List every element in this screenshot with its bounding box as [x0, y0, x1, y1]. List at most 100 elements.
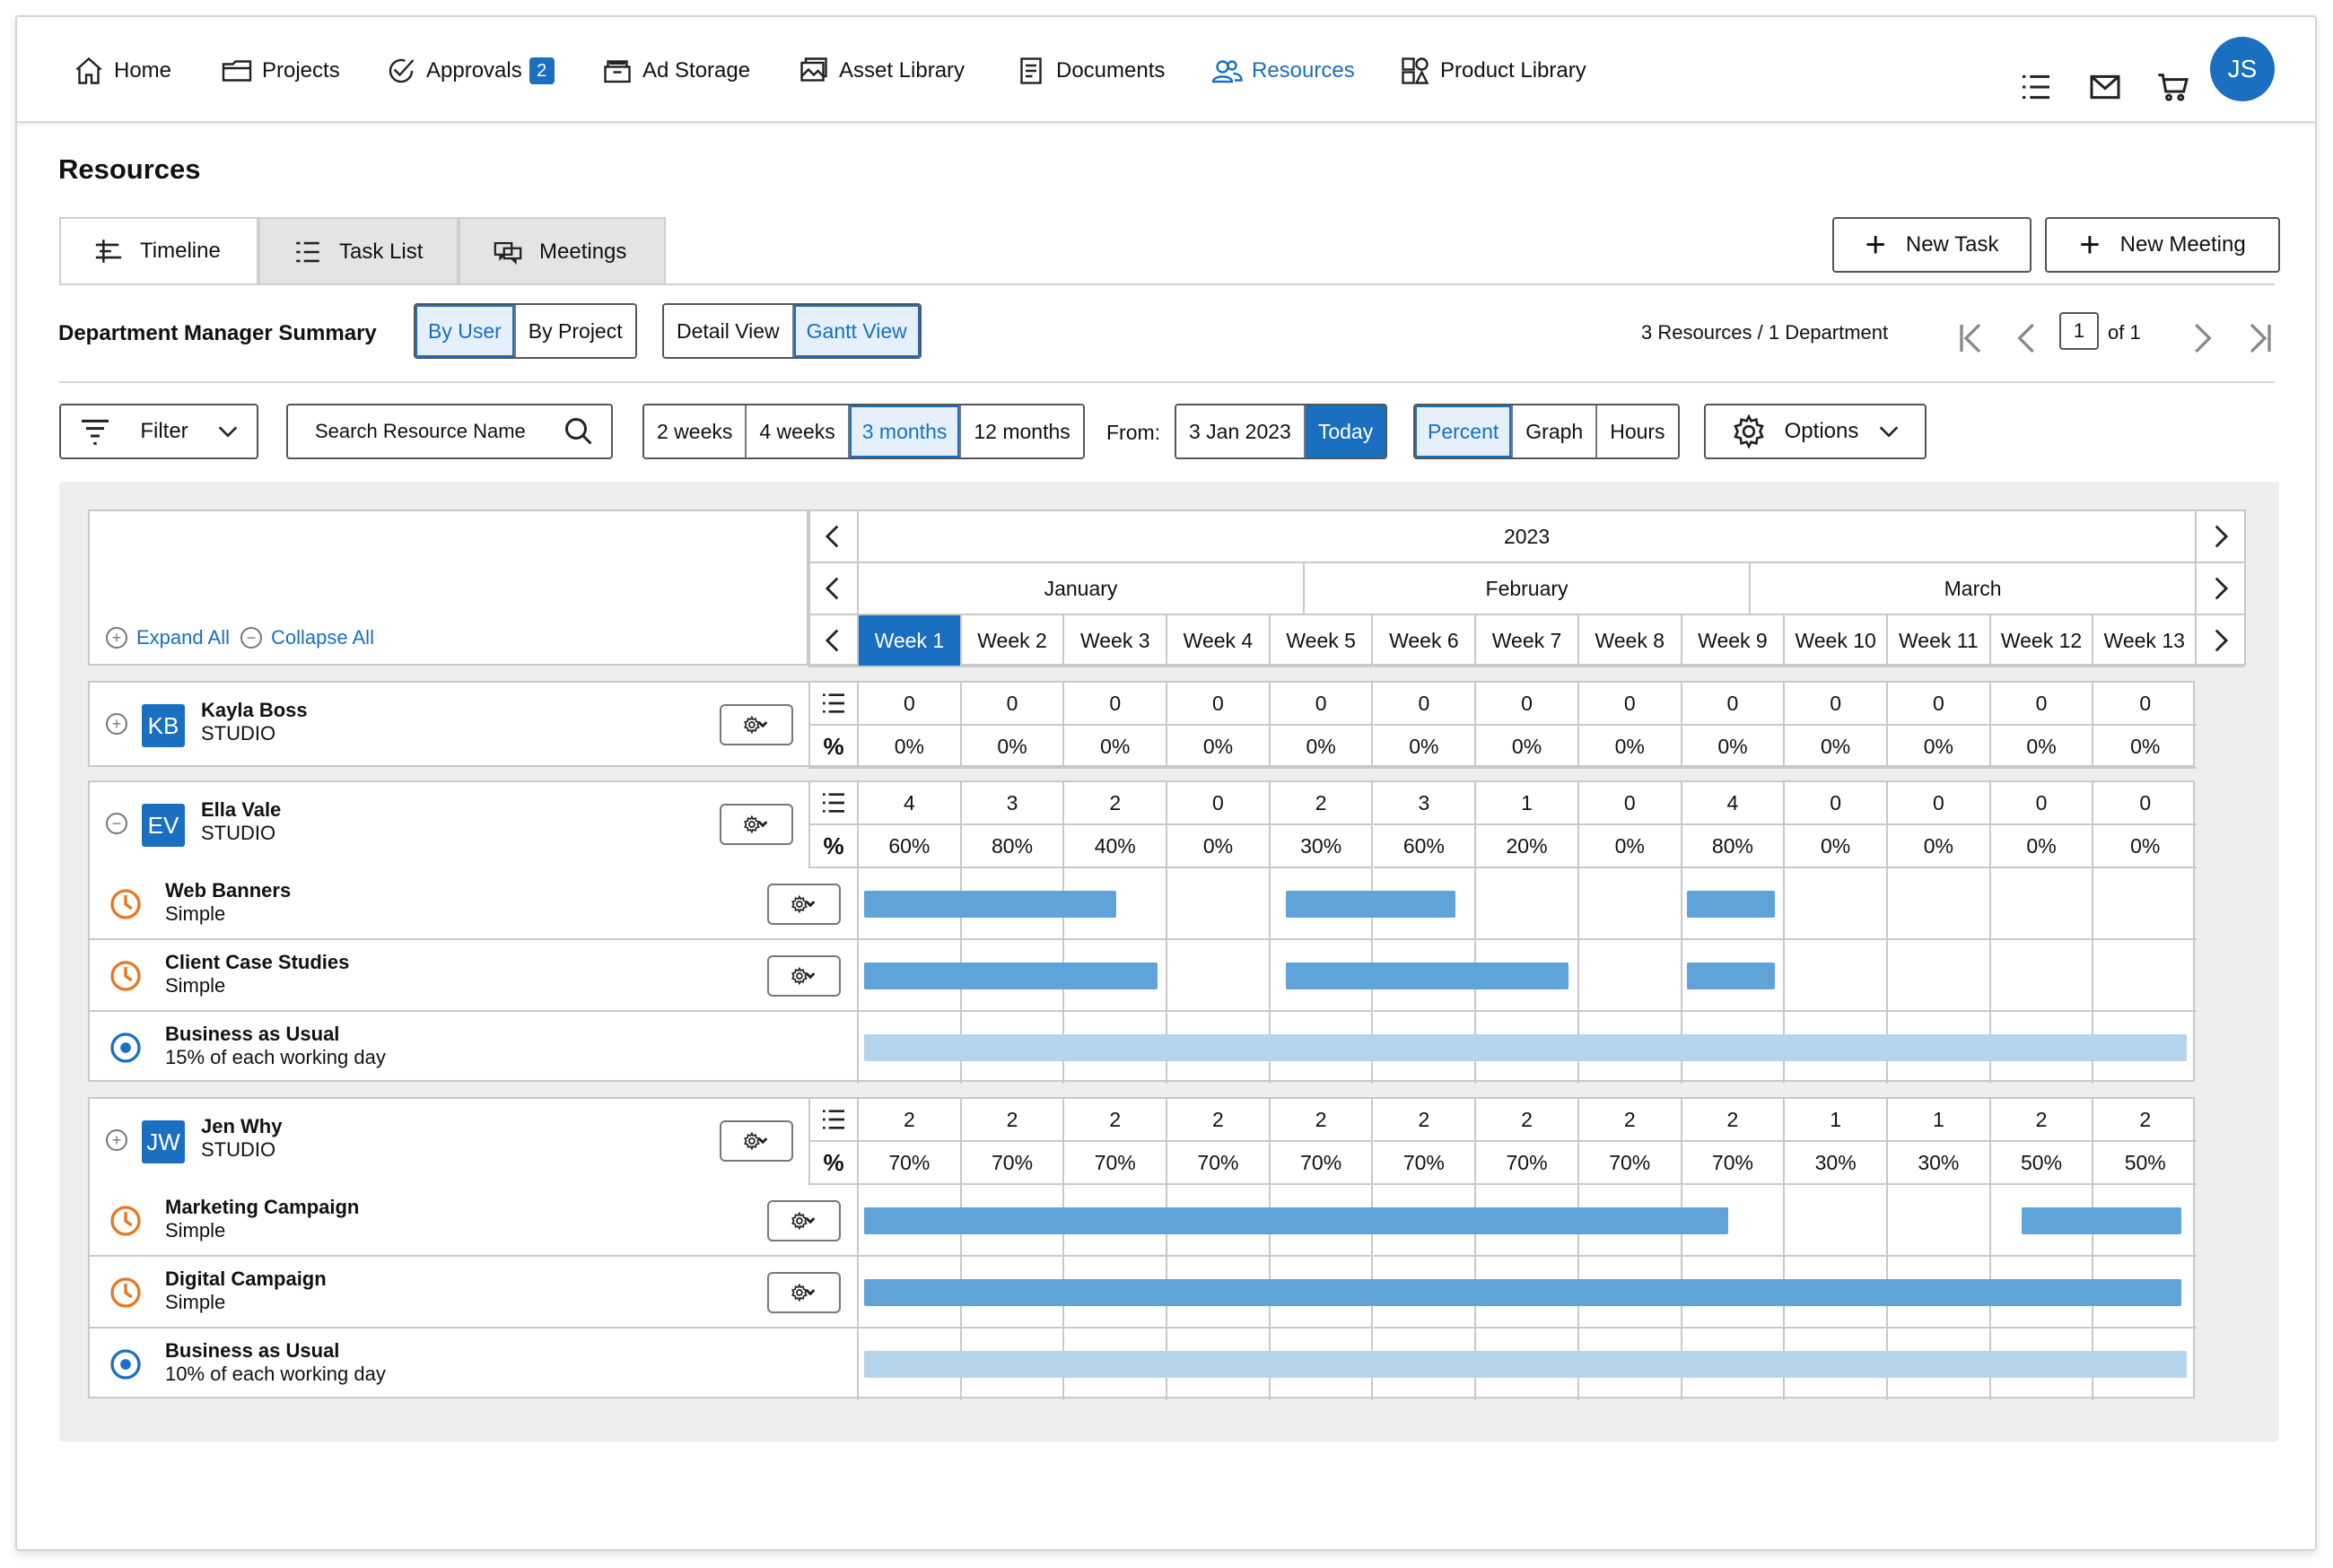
nav-home[interactable]: Home: [73, 53, 171, 89]
task-name[interactable]: Web Banners: [165, 879, 291, 902]
gantt-view-option[interactable]: Gantt View: [793, 305, 920, 357]
tab-timeline[interactable]: Timeline: [59, 217, 258, 285]
search-resource-input[interactable]: Search Resource Name: [286, 404, 613, 459]
task-bar[interactable]: [1286, 963, 1569, 989]
timeline-next-year[interactable]: [2195, 511, 2244, 563]
week-header[interactable]: Week 4: [1167, 615, 1271, 667]
range-4-weeks[interactable]: 4 weeks: [747, 405, 850, 457]
task-bar[interactable]: [1286, 891, 1456, 918]
options-dropdown[interactable]: Options: [1704, 404, 1927, 459]
task-bar[interactable]: [863, 963, 1158, 989]
task-bar[interactable]: [2022, 1207, 2181, 1234]
task-bar[interactable]: [863, 1207, 1729, 1234]
by-user-option[interactable]: By User: [415, 305, 516, 357]
task-count-cell: 2: [961, 1099, 1065, 1142]
next-page-icon[interactable]: [2184, 320, 2220, 356]
resource-name[interactable]: Ella Vale: [201, 798, 281, 822]
tab-meetings[interactable]: Meetings: [459, 217, 666, 285]
timeline-prev-month[interactable]: [808, 563, 859, 615]
nav-product-library[interactable]: Product Library: [1399, 53, 1586, 89]
week-header[interactable]: Week 12: [1990, 615, 2094, 667]
week-header[interactable]: Week 8: [1578, 615, 1682, 667]
task-name[interactable]: Business as Usual: [165, 1339, 339, 1363]
cart-icon[interactable]: [2155, 69, 2191, 105]
today-button[interactable]: Today: [1305, 405, 1386, 457]
week-header[interactable]: Week 3: [1064, 615, 1168, 667]
nav-approvals[interactable]: Approvals 2: [385, 53, 555, 89]
week-header[interactable]: Week 6: [1373, 615, 1477, 667]
timeline-prev-year[interactable]: [808, 511, 859, 563]
task-bar[interactable]: [863, 891, 1116, 918]
nav-asset-library[interactable]: Asset Library: [798, 53, 965, 89]
user-avatar[interactable]: JS: [2210, 37, 2275, 101]
task-options-button[interactable]: [767, 884, 841, 925]
year-header: 2023: [859, 511, 2198, 563]
range-3-months[interactable]: 3 months: [849, 405, 962, 457]
collapse-all-link[interactable]: − Collapse All: [240, 626, 374, 649]
resource-options-button[interactable]: [720, 1120, 793, 1162]
last-page-icon[interactable]: [2242, 320, 2278, 356]
task-week-cell: [1167, 868, 1271, 940]
task-name[interactable]: Business as Usual: [165, 1023, 339, 1046]
week-header[interactable]: Week 7: [1476, 615, 1579, 667]
task-name[interactable]: Client Case Studies: [165, 951, 349, 974]
range-12-months[interactable]: 12 months: [961, 405, 1083, 457]
availability-bar[interactable]: [863, 1351, 2187, 1378]
resource-name[interactable]: Jen Why: [201, 1115, 282, 1138]
utilization-cell: 70%: [1167, 1142, 1271, 1185]
new-task-button[interactable]: + New Task: [1832, 217, 2032, 273]
task-options-button[interactable]: [767, 1272, 841, 1313]
gear-chevron-icon: [744, 814, 768, 834]
expand-resource-icon[interactable]: +: [106, 713, 127, 735]
nav-projects[interactable]: Projects: [221, 53, 340, 89]
hours-mode[interactable]: Hours: [1597, 405, 1678, 457]
expand-resource-icon[interactable]: +: [106, 1129, 127, 1151]
collapse-resource-icon[interactable]: −: [106, 813, 127, 834]
task-bar[interactable]: [1687, 891, 1775, 918]
expand-all-link[interactable]: + Expand All: [106, 626, 230, 649]
by-project-option[interactable]: By Project: [515, 305, 635, 357]
previous-page-icon[interactable]: [2009, 320, 2045, 356]
week-header[interactable]: Week 5: [1270, 615, 1374, 667]
chevron-left-icon: [825, 577, 839, 600]
task-options-button[interactable]: [767, 1200, 841, 1241]
nav-resources[interactable]: Resources: [1210, 53, 1355, 89]
new-meeting-button[interactable]: + New Meeting: [2045, 217, 2280, 273]
week-header[interactable]: Week 11: [1888, 615, 1991, 667]
mail-icon[interactable]: [2087, 69, 2123, 105]
task-bar[interactable]: [1687, 963, 1775, 989]
image-gallery-icon: [800, 57, 827, 82]
nav-documents[interactable]: Documents: [1015, 53, 1165, 89]
task-name[interactable]: Marketing Campaign: [165, 1196, 359, 1219]
search-icon[interactable]: [563, 415, 595, 448]
tab-task-list[interactable]: Task List: [258, 217, 459, 285]
from-date-input[interactable]: 3 Jan 2023: [1176, 405, 1306, 457]
resource-name[interactable]: Kayla Boss: [201, 699, 308, 722]
first-page-icon[interactable]: [1953, 320, 1988, 356]
week-header[interactable]: Week 13: [2093, 615, 2198, 667]
task-options-button[interactable]: [767, 955, 841, 997]
timeline-next-month[interactable]: [2195, 563, 2244, 615]
week-header[interactable]: Week 10: [1785, 615, 1888, 667]
filter-dropdown[interactable]: Filter: [59, 404, 258, 459]
clock-icon: [110, 1277, 141, 1308]
range-2-weeks[interactable]: 2 weeks: [644, 405, 747, 457]
timeline-prev-week[interactable]: [808, 615, 859, 667]
availability-bar[interactable]: [863, 1034, 2187, 1061]
week-header[interactable]: Week 9: [1682, 615, 1786, 667]
week-header[interactable]: Week 1: [859, 615, 962, 667]
detail-view-option[interactable]: Detail View: [664, 305, 794, 357]
timeline-next-week[interactable]: [2195, 615, 2244, 667]
task-name[interactable]: Digital Campaign: [165, 1267, 327, 1291]
resource-options-button[interactable]: [720, 704, 793, 745]
utilization-cell: 0%: [1373, 726, 1477, 769]
graph-mode[interactable]: Graph: [1513, 405, 1598, 457]
task-bar[interactable]: [863, 1279, 2181, 1306]
nav-ad-storage[interactable]: Ad Storage: [601, 53, 750, 89]
week-header[interactable]: Week 2: [961, 615, 1065, 667]
percent-mode[interactable]: Percent: [1415, 405, 1514, 457]
resource-options-button[interactable]: [720, 804, 793, 845]
utilization-cell: 0%: [1167, 825, 1271, 868]
page-number-input[interactable]: 1: [2059, 312, 2099, 350]
list-icon[interactable]: [2018, 69, 2054, 105]
